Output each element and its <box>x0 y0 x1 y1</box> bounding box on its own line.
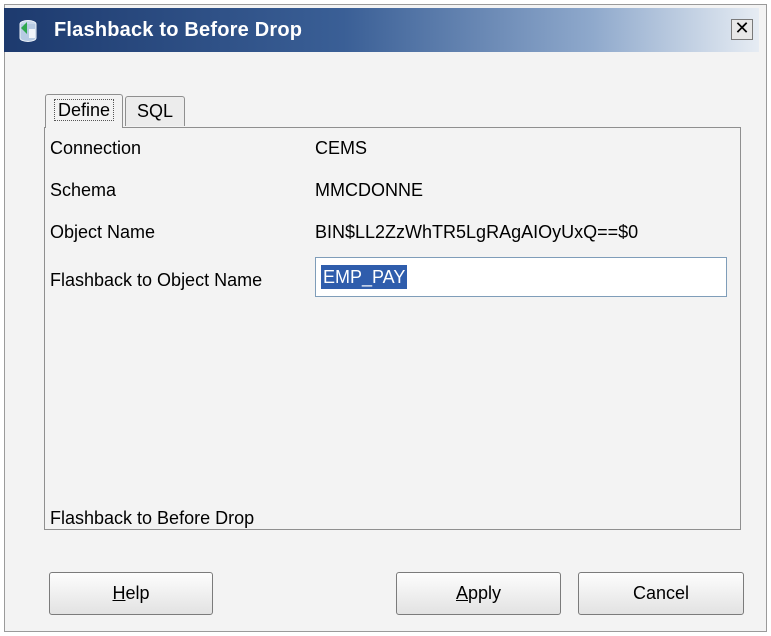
apply-label: pply <box>467 583 502 603</box>
flashback-db-icon <box>19 20 37 42</box>
object-name-label: Object Name <box>50 222 156 242</box>
tab-sql[interactable]: SQL <box>125 96 185 126</box>
panel-description: Flashback to Before Drop <box>50 508 255 528</box>
apply-mnemonic: A <box>455 583 468 603</box>
help-button[interactable]: Help <box>49 572 213 615</box>
flashback-name-label: Flashback to Object Name <box>50 270 263 290</box>
tab-define[interactable]: Define <box>45 94 123 128</box>
close-icon: ✕ <box>734 18 750 39</box>
flashback-name-value: EMP_PAY <box>321 265 408 289</box>
tab-sql-label: SQL <box>136 101 174 121</box>
dialog-title: Flashback to Before Drop <box>54 19 303 41</box>
title-bar[interactable]: Flashback to Before Drop ✕ <box>4 8 759 52</box>
help-mnemonic: H <box>112 583 126 603</box>
schema-label: Schema <box>50 180 117 200</box>
schema-value: MMCDONNE <box>315 180 423 200</box>
help-label: elp <box>125 583 150 603</box>
cancel-label: Cancel <box>632 583 690 603</box>
apply-button[interactable]: Apply <box>396 572 561 615</box>
flashback-name-input[interactable]: EMP_PAY <box>315 257 727 297</box>
cancel-button[interactable]: Cancel <box>578 572 744 615</box>
tab-define-label: Define <box>53 99 115 121</box>
connection-label: Connection <box>50 138 142 158</box>
connection-value: CEMS <box>315 138 368 158</box>
object-name-value: BIN$LL2ZzWhTR5LgRAgAIOyUxQ==$0 <box>315 222 639 242</box>
close-button[interactable]: ✕ <box>731 19 753 40</box>
